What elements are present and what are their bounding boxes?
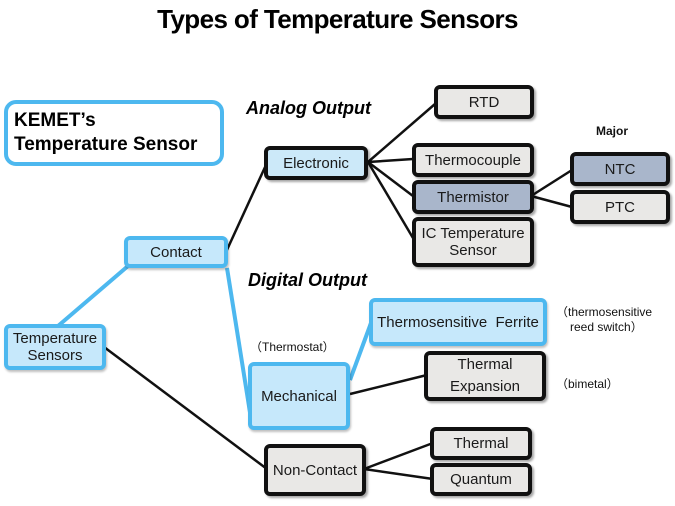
node-quantum[interactable]: Quantum: [430, 463, 532, 496]
node-label: Sensors: [27, 347, 83, 364]
node-contact[interactable]: Contact: [124, 236, 228, 268]
link-mechanical-ferrite: [348, 322, 373, 381]
node-label: Thermal: [453, 435, 509, 452]
kemet-badge-line2: Temperature Sensor: [14, 134, 198, 155]
node-label: NTC: [604, 160, 636, 178]
link-thermistor-ptc: [530, 194, 573, 209]
analog-output-heading: Analog Output: [246, 98, 371, 118]
note-reed-switch: （thermosensitive reed switch）: [556, 305, 652, 335]
node-label: Thermistor: [437, 188, 509, 206]
link-mechanical-expansion: [349, 373, 428, 396]
node-thermocouple[interactable]: Thermocouple: [412, 143, 534, 177]
node-thermistor[interactable]: Thermistor: [412, 180, 534, 214]
node-label: Electronic: [283, 154, 349, 172]
major-label: Major: [596, 124, 629, 138]
kemet-badge: KEMET’s Temperature Sensor: [4, 100, 224, 166]
node-thermosensitive-ferrite[interactable]: Thermosensitive Ferrite: [369, 298, 547, 346]
link-noncontact-quantum: [363, 467, 434, 481]
node-label: Sensor: [449, 242, 497, 259]
kemet-badge-line1: KEMET’s: [14, 110, 96, 131]
node-mechanical[interactable]: Mechanical: [248, 362, 350, 430]
node-non-contact[interactable]: Non-Contact: [264, 444, 366, 496]
link-electronic-ic: [366, 161, 415, 239]
node-rtd[interactable]: RTD: [434, 85, 534, 119]
link-electronic-thermocouple: [367, 157, 414, 164]
digital-output-heading: Digital Output: [248, 270, 367, 290]
node-ptc[interactable]: PTC: [570, 190, 670, 224]
node-label: PTC: [605, 198, 635, 216]
node-label: Mechanical: [261, 387, 337, 405]
node-label: Expansion: [449, 378, 521, 395]
note-line: reed switch）: [570, 320, 643, 334]
note-bimetal: （bimetal）: [556, 377, 619, 391]
node-label: Quantum: [450, 471, 512, 488]
connector-lines: [56, 103, 573, 481]
link-thermistor-ntc: [530, 168, 573, 198]
node-label: RTD: [468, 93, 500, 111]
node-label: Temperature: [12, 330, 98, 347]
node-electronic[interactable]: Electronic: [264, 146, 368, 180]
node-label: Thermal: [457, 356, 513, 373]
link-noncontact-thermal: [363, 441, 434, 471]
node-label: Non-Contact: [272, 461, 358, 479]
node-thermal[interactable]: Thermal: [430, 427, 532, 460]
node-ntc[interactable]: NTC: [570, 152, 670, 186]
node-label: IC Temperature: [421, 225, 525, 242]
note-line: （thermosensitive: [556, 305, 653, 319]
link-contact-electronic: [224, 164, 268, 253]
note-thermostat: （Thermostat）: [250, 340, 335, 354]
node-thermal-expansion[interactable]: Thermal Expansion: [424, 351, 546, 401]
link-root-contact: [56, 264, 130, 328]
node-label: Contact: [150, 243, 202, 261]
node-temperature-sensors[interactable]: Temperature Sensors: [4, 324, 106, 370]
link-electronic-thermistor: [367, 161, 414, 197]
node-label: Thermocouple: [425, 151, 521, 169]
node-ic-temperature-sensor[interactable]: IC Temperature Sensor: [412, 217, 534, 267]
node-label: Thermosensitive Ferrite: [377, 313, 539, 331]
